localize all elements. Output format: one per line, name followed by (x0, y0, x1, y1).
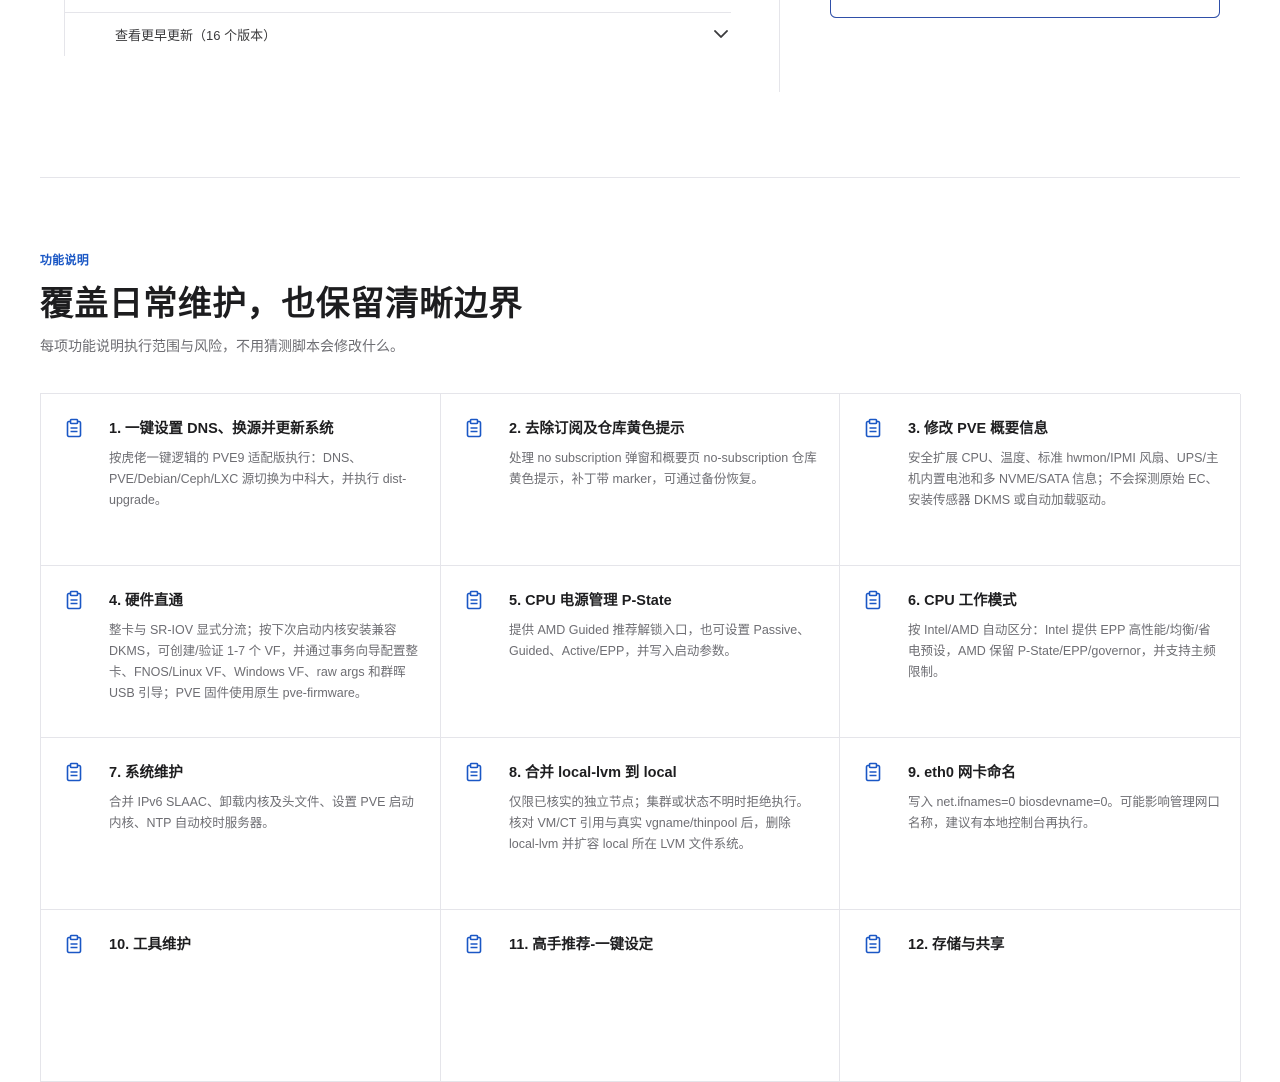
section-title: 覆盖日常维护，也保留清晰边界 (40, 285, 523, 323)
clipboard-icon (864, 590, 882, 610)
feature-card-title: 6. CPU 工作模式 (908, 593, 1017, 609)
feature-card-title: 3. 修改 PVE 概要信息 (908, 421, 1049, 437)
column-divider (779, 0, 780, 92)
feature-card-title: 5. CPU 电源管理 P-State (509, 593, 672, 609)
feature-card-title: 4. 硬件直通 (109, 593, 184, 609)
clipboard-icon (65, 590, 83, 610)
feature-card-description: 写入 net.ifnames=0 biosdevname=0。可能影响管理网口名… (908, 795, 1220, 830)
feature-card-title: 7. 系统维护 (109, 765, 184, 781)
feature-card: 5. CPU 电源管理 P-State 提供 AMD Guided 推荐解锁入口，… (441, 566, 840, 738)
section-divider (40, 177, 1240, 178)
feature-card-description: 按 Intel/AMD 自动区分：Intel 提供 EPP 高性能/均衡/省电预… (908, 623, 1216, 679)
chevron-down-icon (712, 26, 730, 44)
feature-card-description: 整卡与 SR-IOV 显式分流；按下次启动内核安装兼容 DKMS，可创建/验证 … (109, 623, 419, 700)
feature-card-title: 11. 高手推荐-一键设定 (509, 937, 654, 953)
clipboard-icon (864, 418, 882, 438)
feature-card-title: 1. 一键设置 DNS、换源并更新系统 (109, 421, 334, 437)
clipboard-icon (465, 590, 483, 610)
outline-button[interactable] (830, 0, 1220, 18)
older-versions-label: 查看更早更新（16 个版本） (115, 28, 277, 43)
feature-card: 12. 存储与共享 (840, 910, 1241, 1082)
clipboard-icon (465, 762, 483, 782)
clipboard-icon (465, 418, 483, 438)
feature-card-title: 10. 工具维护 (109, 937, 192, 953)
section-subtitle: 每项功能说明执行范围与风险，不用猜测脚本会修改什么。 (40, 338, 404, 354)
version-history-panel: 查看更早更新（16 个版本） (64, 0, 731, 56)
feature-card: 8. 合并 local-lvm 到 local 仅限已核实的独立节点；集群或状态不… (441, 738, 840, 910)
feature-card-description: 处理 no subscription 弹窗和概要页 no-subscriptio… (509, 451, 817, 486)
clipboard-icon (465, 934, 483, 954)
feature-card-description: 安全扩展 CPU、温度、标准 hwmon/IPMI 风扇、UPS/主机内置电池和… (908, 451, 1219, 507)
feature-card-title: 2. 去除订阅及仓库黄色提示 (509, 421, 685, 437)
feature-card: 10. 工具维护 (41, 910, 441, 1082)
clipboard-icon (864, 762, 882, 782)
feature-card-description: 仅限已核实的独立节点；集群或状态不明时拒绝执行。核对 VM/CT 引用与真实 v… (509, 795, 810, 851)
feature-card-description: 按虎佬一键逻辑的 PVE9 适配版执行：DNS、PVE/Debian/Ceph/… (109, 451, 407, 507)
clipboard-icon (864, 934, 882, 954)
feature-card-description: 提供 AMD Guided 推荐解锁入口，也可设置 Passive、Guided… (509, 623, 810, 658)
feature-card-title: 9. eth0 网卡命名 (908, 765, 1016, 781)
feature-card: 9. eth0 网卡命名写入 net.ifnames=0 biosdevname… (840, 738, 1241, 910)
feature-card: 3. 修改 PVE 概要信息安全扩展 CPU、温度、标准 hwmon/IPMI … (840, 394, 1241, 566)
feature-card-title: 12. 存储与共享 (908, 937, 1005, 953)
feature-card: 11. 高手推荐-一键设定 (441, 910, 840, 1082)
feature-card-title: 8. 合并 local-lvm 到 local (509, 765, 677, 781)
section-eyebrow: 功能说明 (40, 253, 90, 267)
feature-card: 6. CPU 工作模式按 Intel/AMD 自动区分：Intel 提供 EPP… (840, 566, 1241, 738)
feature-card: 7. 系统维护合并 IPv6 SLAAC、卸载内核及头文件、设置 PVE 启动内… (41, 738, 441, 910)
clipboard-icon (65, 762, 83, 782)
feature-card: 2. 去除订阅及仓库黄色提示处理 no subscription 弹窗和概要页 … (441, 394, 840, 566)
feature-grid: 1. 一键设置 DNS、换源并更新系统按虎佬一键逻辑的 PVE9 适配版执行：D… (40, 393, 1241, 1082)
feature-card: 1. 一键设置 DNS、换源并更新系统按虎佬一键逻辑的 PVE9 适配版执行：D… (41, 394, 441, 566)
older-versions-toggle[interactable]: 查看更早更新（16 个版本） (65, 13, 731, 56)
feature-card-description: 合并 IPv6 SLAAC、卸载内核及头文件、设置 PVE 启动内核、NTP 自… (109, 795, 414, 830)
clipboard-icon (65, 418, 83, 438)
feature-card: 4. 硬件直通整卡与 SR-IOV 显式分流；按下次启动内核安装兼容 DKMS，… (41, 566, 441, 738)
clipboard-icon (65, 934, 83, 954)
